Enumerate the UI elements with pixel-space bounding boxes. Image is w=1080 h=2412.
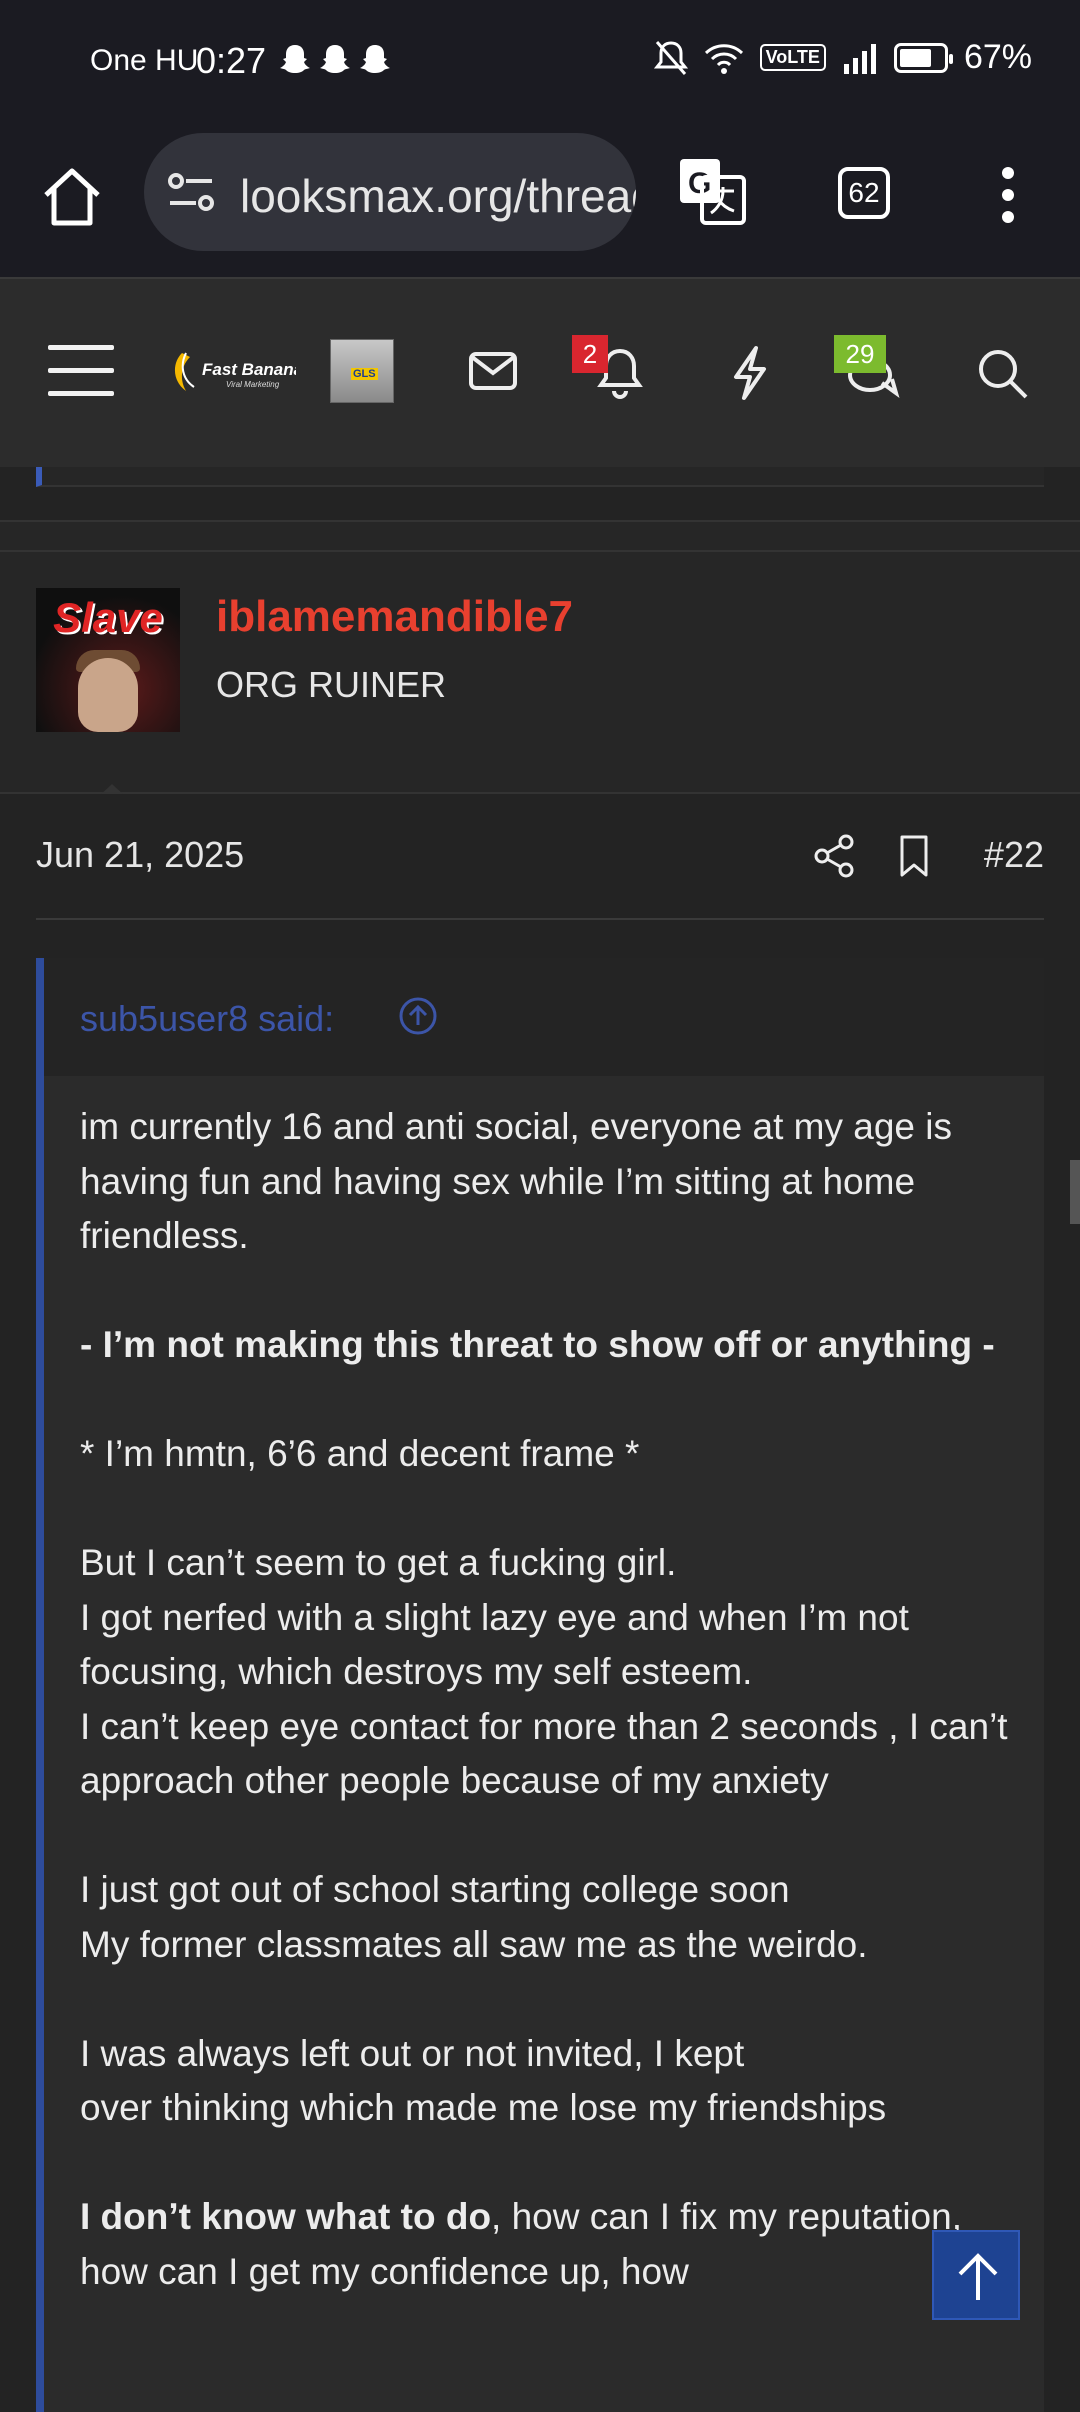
- lightning-bolt-icon[interactable]: [728, 345, 772, 401]
- forum-header: Fast Banana Viral Marketing GLS 2 29: [0, 277, 1080, 467]
- quote-paragraph: But I can’t seem to get a fucking girl. I…: [80, 1542, 1008, 1801]
- scrollbar-thumb[interactable]: [1070, 1160, 1080, 1224]
- hamburger-menu-icon[interactable]: [48, 345, 114, 397]
- translate-icon[interactable]: G: [676, 155, 748, 227]
- avatar-text: Slave: [53, 594, 163, 641]
- quote-body: im currently 16 and anti social, everyon…: [80, 1100, 1020, 2354]
- post-meta: Jun 21, 2025 #22: [0, 794, 1080, 920]
- previous-post-edge: [36, 467, 1044, 487]
- post-divider: [0, 520, 1080, 552]
- quote-paragraph: * I’m hmtn, 6’6 and decent frame *: [80, 1433, 640, 1474]
- signal-icon: [843, 43, 876, 74]
- mute-bell-icon: [653, 40, 688, 75]
- post-user-block: Slave iblamemandible7 ORG RUINER: [0, 552, 1080, 812]
- ad-banner-image[interactable]: GLS: [330, 339, 394, 403]
- bookmark-icon[interactable]: [898, 834, 930, 878]
- back-to-top-button[interactable]: [932, 2230, 1020, 2320]
- post-number[interactable]: #22: [984, 834, 1044, 876]
- mail-icon[interactable]: [468, 351, 518, 391]
- quote-paragraph: I just got out of school starting colleg…: [80, 1869, 868, 1965]
- status-bar: One HU 0:27 VoLTE 67%: [0, 0, 1080, 125]
- tab-count-button[interactable]: 62: [838, 167, 890, 219]
- search-icon[interactable]: [974, 345, 1030, 401]
- svg-text:Viral Marketing: Viral Marketing: [226, 380, 280, 389]
- clock: 0:27: [196, 40, 267, 81]
- battery-icon: [893, 42, 953, 73]
- meta-divider: [36, 918, 1044, 920]
- snapchat-notification-icons: [278, 42, 398, 84]
- quote-paragraph: I don’t know what to do, how can I fix m…: [80, 2196, 962, 2292]
- quote-header: sub5user8 said:: [44, 958, 1044, 1076]
- user-title: ORG RUINER: [216, 664, 447, 705]
- quote-author[interactable]: sub5user8 said:: [80, 998, 334, 1040]
- address-bar[interactable]: looksmax.org/threads: [144, 133, 636, 251]
- quoted-message: sub5user8 said: im currently 16 and anti…: [36, 958, 1044, 2412]
- quote-paragraph: - I’m not making this threat to show off…: [80, 1324, 995, 1365]
- share-icon[interactable]: [814, 834, 854, 878]
- more-options-icon[interactable]: [996, 165, 1020, 225]
- home-icon[interactable]: [40, 165, 104, 229]
- wifi-icon: [704, 43, 743, 74]
- volte-badge: VoLTE: [759, 44, 826, 71]
- post-date[interactable]: Jun 21, 2025: [36, 834, 244, 876]
- notification-count-badge[interactable]: 2: [572, 335, 608, 373]
- url-text: looksmax.org/threads: [240, 170, 636, 222]
- quote-paragraph: im currently 16 and anti social, everyon…: [80, 1106, 952, 1256]
- svg-text:G: G: [688, 167, 711, 200]
- battery-percent: 67%: [963, 38, 1032, 76]
- conversation-count-badge[interactable]: 29: [834, 335, 886, 373]
- browser-toolbar: looksmax.org/threads G 62: [0, 125, 1080, 277]
- svg-text:Fast Banana: Fast Banana: [202, 360, 296, 379]
- arrow-up-icon: [958, 2253, 998, 2300]
- quote-paragraph: I was always left out or not invited, I …: [80, 2032, 887, 2129]
- site-settings-icon[interactable]: [168, 171, 214, 213]
- carrier-label: One HU: [90, 44, 199, 77]
- fast-banana-logo[interactable]: Fast Banana Viral Marketing: [168, 345, 296, 397]
- avatar[interactable]: Slave: [36, 588, 180, 732]
- jump-to-quote-icon[interactable]: [398, 996, 438, 1036]
- post-username[interactable]: iblamemandible7: [216, 592, 573, 642]
